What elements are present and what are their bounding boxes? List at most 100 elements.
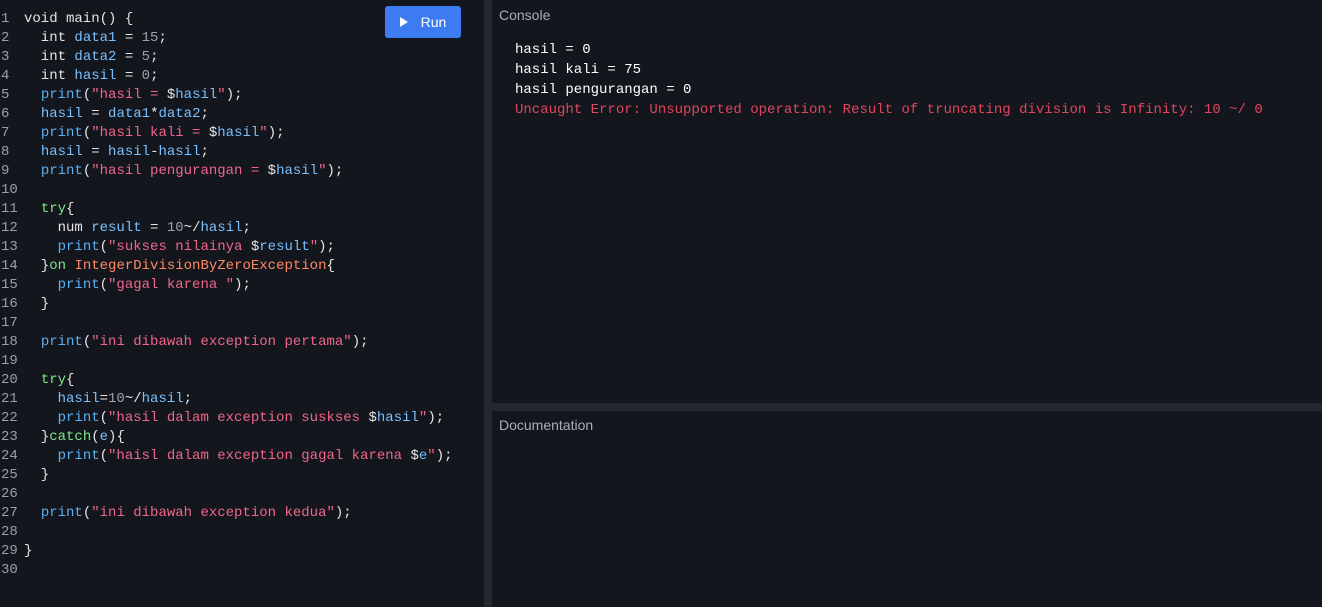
code-line[interactable]: 17 bbox=[0, 314, 453, 333]
code-token: $ bbox=[368, 410, 377, 426]
code-token: ){ bbox=[108, 429, 125, 445]
console-output: hasil = 0 hasil kali = 75 hasil penguranga… bbox=[515, 40, 1263, 120]
code-token: num bbox=[24, 220, 92, 236]
code-token: ); bbox=[427, 410, 445, 426]
code-token: } bbox=[24, 543, 33, 559]
code-token: ~/ bbox=[124, 391, 142, 407]
code-line[interactable]: 7 print("hasil kali = $hasil"); bbox=[0, 124, 453, 143]
vertical-splitter[interactable] bbox=[484, 0, 492, 607]
code-token: ; bbox=[183, 391, 193, 407]
code-line[interactable]: 28 bbox=[0, 523, 453, 542]
code-token: ( bbox=[82, 125, 92, 141]
code-token: hasil bbox=[40, 106, 83, 122]
code-token: "sukses nilainya bbox=[108, 239, 251, 255]
code-token: print bbox=[40, 87, 83, 103]
code-token: "hasil kali = bbox=[91, 125, 209, 141]
code-token: ); bbox=[435, 448, 453, 464]
console-error-line: Uncaught Error: Unsupported operation: R… bbox=[515, 102, 1263, 118]
code-line[interactable]: 27 print("ini dibawah exception kedua"); bbox=[0, 504, 453, 523]
code-token: ; bbox=[200, 106, 209, 122]
code-token: { bbox=[66, 372, 75, 388]
code-token: = bbox=[116, 49, 142, 65]
line-number: 26 bbox=[1, 486, 18, 502]
console-panel: Console hasil = 0 hasil kali = 75 hasil pe… bbox=[492, 0, 1322, 403]
code-line[interactable]: 23 }catch(e){ bbox=[0, 428, 453, 447]
horizontal-splitter[interactable] bbox=[492, 403, 1322, 411]
code-line[interactable]: 10 bbox=[0, 181, 453, 200]
code-token: hasil bbox=[141, 391, 184, 407]
line-number: 28 bbox=[1, 524, 18, 540]
code-token: print bbox=[57, 448, 100, 464]
code-line[interactable]: 26 bbox=[0, 485, 453, 504]
code-line[interactable]: 8 hasil = hasil-hasil; bbox=[0, 143, 453, 162]
code-token: $ bbox=[250, 239, 260, 255]
code-line[interactable]: 4 int hasil = 0; bbox=[0, 67, 453, 86]
line-number: 1 bbox=[1, 11, 10, 27]
code-token: ( bbox=[91, 429, 100, 445]
code-token: $ bbox=[410, 448, 419, 464]
line-number: 6 bbox=[1, 106, 10, 122]
line-number: 24 bbox=[1, 448, 18, 464]
line-number: 21 bbox=[1, 391, 18, 407]
code-token: ( bbox=[99, 448, 109, 464]
code-token: ); bbox=[351, 334, 369, 350]
code-line[interactable]: 14 }on IntegerDivisionByZeroException{ bbox=[0, 257, 453, 276]
code-token: print bbox=[57, 239, 100, 255]
code-line[interactable]: 16 } bbox=[0, 295, 453, 314]
code-line[interactable]: 9 print("hasil pengurangan = $hasil"); bbox=[0, 162, 453, 181]
code-line[interactable]: 18 print("ini dibawah exception pertama"… bbox=[0, 333, 453, 352]
code-token: print bbox=[40, 125, 83, 141]
code-token: ( bbox=[82, 87, 92, 103]
code-line[interactable]: 25 } bbox=[0, 466, 453, 485]
code-line[interactable]: 15 print("gagal karena "); bbox=[0, 276, 453, 295]
code-token: try bbox=[40, 201, 67, 217]
code-token: result bbox=[91, 220, 142, 236]
code-line[interactable]: 5 print("hasil = $hasil"); bbox=[0, 86, 453, 105]
code-token: " bbox=[259, 125, 268, 141]
code-token: ); bbox=[326, 163, 344, 179]
code-token: } bbox=[24, 467, 50, 483]
code-line[interactable]: 24 print("haisl dalam exception gagal ka… bbox=[0, 447, 453, 466]
code-token: ~/ bbox=[183, 220, 201, 236]
code-token: ( bbox=[82, 163, 92, 179]
code-lines[interactable]: 1 void main() {2 int data1 = 15; 3 int dat… bbox=[0, 10, 453, 580]
line-number: 10 bbox=[1, 182, 18, 198]
code-line[interactable]: 20 try{ bbox=[0, 371, 453, 390]
code-token: } bbox=[24, 258, 50, 274]
documentation-panel: Documentation bbox=[492, 411, 1322, 607]
code-line[interactable]: 30 bbox=[0, 561, 453, 580]
code-line[interactable]: 22 print("hasil dalam exception suskses … bbox=[0, 409, 453, 428]
code-line[interactable]: 6 hasil = data1*data2; bbox=[0, 105, 453, 124]
code-token: ); bbox=[318, 239, 335, 255]
code-line[interactable]: 3 int data2 = 5; bbox=[0, 48, 453, 67]
code-token: print bbox=[40, 163, 83, 179]
code-token: 10 bbox=[166, 220, 184, 236]
code-token: data2 bbox=[158, 106, 201, 122]
code-token: 0 bbox=[141, 68, 151, 84]
run-button[interactable]: Run bbox=[385, 6, 461, 38]
line-number: 15 bbox=[1, 277, 18, 293]
line-number: 27 bbox=[1, 505, 18, 521]
line-number: 19 bbox=[1, 353, 18, 369]
code-editor[interactable]: 1 void main() {2 int data1 = 15; 3 int dat… bbox=[0, 0, 484, 607]
code-token: } bbox=[24, 429, 50, 445]
dartpad-app: 1 void main() {2 int data1 = 15; 3 int dat… bbox=[0, 0, 1322, 607]
code-line[interactable]: 11 try{ bbox=[0, 200, 453, 219]
code-line[interactable]: 13 print("sukses nilainya $result"); bbox=[0, 238, 453, 257]
code-token: = bbox=[82, 144, 109, 160]
code-token: " bbox=[318, 163, 327, 179]
code-line[interactable]: 29} bbox=[0, 542, 453, 561]
code-token: ; bbox=[242, 220, 251, 236]
code-token: ( bbox=[99, 239, 109, 255]
code-line[interactable]: 12 num result = 10~/hasil; bbox=[0, 219, 453, 238]
code-token: "gagal karena " bbox=[108, 277, 235, 293]
code-token: { bbox=[66, 201, 75, 217]
code-line[interactable]: 19 bbox=[0, 352, 453, 371]
code-line[interactable]: 21 hasil=10~/hasil; bbox=[0, 390, 453, 409]
code-token: " bbox=[427, 448, 436, 464]
